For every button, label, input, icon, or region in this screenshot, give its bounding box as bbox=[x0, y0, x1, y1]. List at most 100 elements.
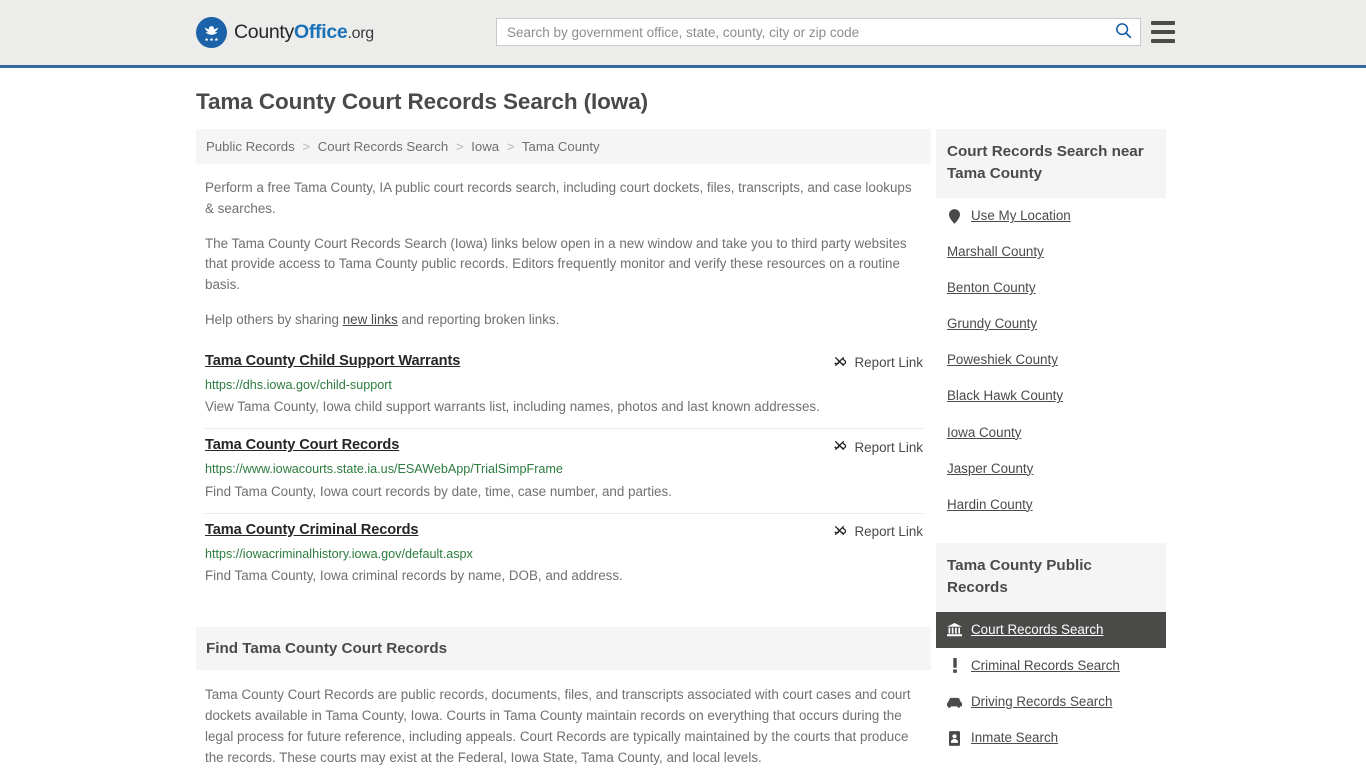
search-button[interactable] bbox=[1106, 19, 1140, 45]
list-item: Driving Records Search bbox=[936, 684, 1166, 720]
broken-link-icon bbox=[832, 438, 847, 456]
find-records-section-header: Find Tama County Court Records bbox=[196, 626, 931, 670]
breadcrumb-separator: > bbox=[302, 139, 311, 154]
result-item: Tama County Child Support Warrants Repor… bbox=[205, 349, 923, 428]
sidebar-item-poweshiek-county[interactable]: Poweshiek County bbox=[936, 342, 1166, 378]
public-records-panel-header: Tama County Public Records bbox=[936, 542, 1166, 612]
breadcrumb-separator: > bbox=[506, 139, 515, 154]
result-title-link[interactable]: Tama County Court Records bbox=[205, 437, 399, 453]
sidebar-item-criminal-records-search[interactable]: Criminal Records Search bbox=[936, 648, 1166, 684]
list-item: Poweshiek County bbox=[936, 342, 1166, 378]
sidebar-item-label: Marshall County bbox=[947, 244, 1044, 260]
sidebar: Court Records Search near Tama County Us… bbox=[936, 129, 1166, 768]
result-url[interactable]: https://dhs.iowa.gov/child-support bbox=[205, 377, 923, 393]
public-records-list: Court Records Search Criminal Records Se… bbox=[936, 611, 1166, 768]
map-pin-icon bbox=[947, 208, 962, 224]
result-item: Tama County Criminal Records Report Link… bbox=[205, 512, 923, 597]
report-link-label: Report Link bbox=[854, 439, 923, 455]
sidebar-item-grundy-county[interactable]: Grundy County bbox=[936, 306, 1166, 342]
breadcrumb-item-public-records[interactable]: Public Records bbox=[206, 139, 295, 154]
id-card-icon bbox=[947, 730, 962, 746]
sidebar-item-use-my-location[interactable]: Use My Location bbox=[936, 198, 1166, 234]
sidebar-item-label: Driving Records Search bbox=[971, 693, 1113, 709]
sidebar-item-label: Iowa County bbox=[947, 424, 1022, 440]
report-link-label: Report Link bbox=[854, 355, 923, 371]
result-item: Tama County Court Records Report Link ht… bbox=[205, 428, 923, 512]
report-link-button[interactable]: Report Link bbox=[832, 437, 923, 456]
list-item: Inmate Search bbox=[936, 720, 1166, 756]
result-header: Tama County Court Records Report Link bbox=[205, 437, 923, 456]
logo-wordmark: CountyOffice.org bbox=[234, 21, 374, 44]
car-icon bbox=[947, 695, 962, 710]
list-item: Court Records Search bbox=[936, 611, 1166, 648]
sidebar-item-jasper-county[interactable]: Jasper County bbox=[936, 451, 1166, 487]
sidebar-item-benton-county[interactable]: Benton County bbox=[936, 270, 1166, 306]
sidebar-item-driving-records-search[interactable]: Driving Records Search bbox=[936, 684, 1166, 720]
site-header: CountyOffice.org bbox=[0, 0, 1366, 68]
list-item: Marshall County bbox=[936, 234, 1166, 270]
report-link-label: Report Link bbox=[854, 524, 923, 540]
page-title: Tama County Court Records Search (Iowa) bbox=[196, 89, 649, 114]
result-url[interactable]: https://iowacriminalhistory.iowa.gov/def… bbox=[205, 546, 923, 562]
list-item: Benton County bbox=[936, 270, 1166, 306]
sidebar-item-label: Jasper County bbox=[947, 460, 1034, 476]
list-item: Jasper County bbox=[936, 451, 1166, 487]
courthouse-icon bbox=[947, 622, 962, 637]
broken-link-icon bbox=[832, 354, 847, 372]
intro-paragraph-2: The Tama County Court Records Search (Io… bbox=[205, 235, 907, 293]
site-logo[interactable]: CountyOffice.org bbox=[196, 17, 374, 48]
list-item: Grundy County bbox=[936, 306, 1166, 342]
result-description: View Tama County, Iowa child support war… bbox=[205, 399, 820, 415]
content-columns: Public Records > Court Records Search > … bbox=[196, 129, 1170, 768]
sidebar-item-label: Inmate Search bbox=[971, 730, 1059, 746]
help-suffix: and reporting broken links. bbox=[397, 311, 560, 327]
nearby-county-list: Use My Location Marshall County Benton C… bbox=[936, 198, 1166, 523]
exclamation-icon bbox=[947, 658, 962, 674]
sidebar-item-label: Court Records Search bbox=[971, 621, 1104, 637]
list-item: Black Hawk County bbox=[936, 378, 1166, 414]
sidebar-item-iowa-county[interactable]: Iowa County bbox=[936, 415, 1166, 451]
sidebar-item-label: Grundy County bbox=[947, 316, 1038, 332]
result-header: Tama County Criminal Records Report Link bbox=[205, 522, 923, 541]
hamburger-menu-icon[interactable] bbox=[1151, 19, 1175, 45]
hamburger-bar bbox=[1151, 21, 1175, 25]
broken-link-icon bbox=[832, 523, 847, 541]
sidebar-item-hardin-county[interactable]: Hardin County bbox=[936, 487, 1166, 523]
sidebar-item-label: Hardin County bbox=[947, 496, 1033, 512]
breadcrumb-item-iowa[interactable]: Iowa bbox=[471, 139, 499, 154]
sidebar-item-label: Poweshiek County bbox=[947, 352, 1058, 368]
public-records-panel-heading: Tama County Public Records bbox=[947, 556, 1092, 596]
find-records-heading: Find Tama County Court Records bbox=[206, 639, 448, 657]
sidebar-item-label: Criminal Records Search bbox=[971, 657, 1120, 673]
sidebar-item-marshall-county[interactable]: Marshall County bbox=[936, 234, 1166, 270]
list-item: Use My Location bbox=[936, 198, 1166, 234]
find-records-body: Tama County Court Records are public rec… bbox=[205, 686, 911, 766]
eagle-seal-icon bbox=[196, 17, 227, 48]
new-links-link[interactable]: new links bbox=[343, 312, 398, 327]
result-title-link[interactable]: Tama County Criminal Records bbox=[205, 522, 419, 538]
hamburger-bar bbox=[1151, 30, 1175, 34]
sidebar-item-inmate-search[interactable]: Inmate Search bbox=[936, 720, 1166, 756]
result-list: Tama County Child Support Warrants Repor… bbox=[196, 349, 931, 597]
breadcrumb: Public Records > Court Records Search > … bbox=[196, 129, 931, 165]
result-header: Tama County Child Support Warrants Repor… bbox=[205, 353, 923, 372]
logo-text-org: .org bbox=[347, 25, 374, 42]
breadcrumb-item-court-records-search[interactable]: Court Records Search bbox=[318, 139, 448, 154]
breadcrumb-item-tama-county[interactable]: Tama County bbox=[522, 139, 600, 154]
help-prefix: Help others by sharing bbox=[205, 311, 343, 327]
sidebar-item-black-hawk-county[interactable]: Black Hawk County bbox=[936, 378, 1166, 414]
list-item: Iowa County bbox=[936, 415, 1166, 451]
logo-text-office: Office bbox=[294, 21, 348, 43]
search-input[interactable] bbox=[497, 19, 1106, 45]
sidebar-item-court-records-search[interactable]: Court Records Search bbox=[936, 611, 1166, 648]
report-link-button[interactable]: Report Link bbox=[832, 353, 923, 372]
sidebar-item-jail-records-search[interactable]: Jail Records Search bbox=[936, 756, 1166, 768]
report-link-button[interactable]: Report Link bbox=[832, 522, 923, 541]
result-description: Find Tama County, Iowa criminal records … bbox=[205, 567, 623, 583]
result-title-link[interactable]: Tama County Child Support Warrants bbox=[205, 353, 460, 369]
list-item: Criminal Records Search bbox=[936, 648, 1166, 684]
breadcrumb-separator: > bbox=[455, 139, 464, 154]
nearby-panel-header: Court Records Search near Tama County bbox=[936, 129, 1166, 199]
result-url[interactable]: https://www.iowacourts.state.ia.us/ESAWe… bbox=[205, 461, 923, 477]
search-icon bbox=[1115, 22, 1132, 42]
